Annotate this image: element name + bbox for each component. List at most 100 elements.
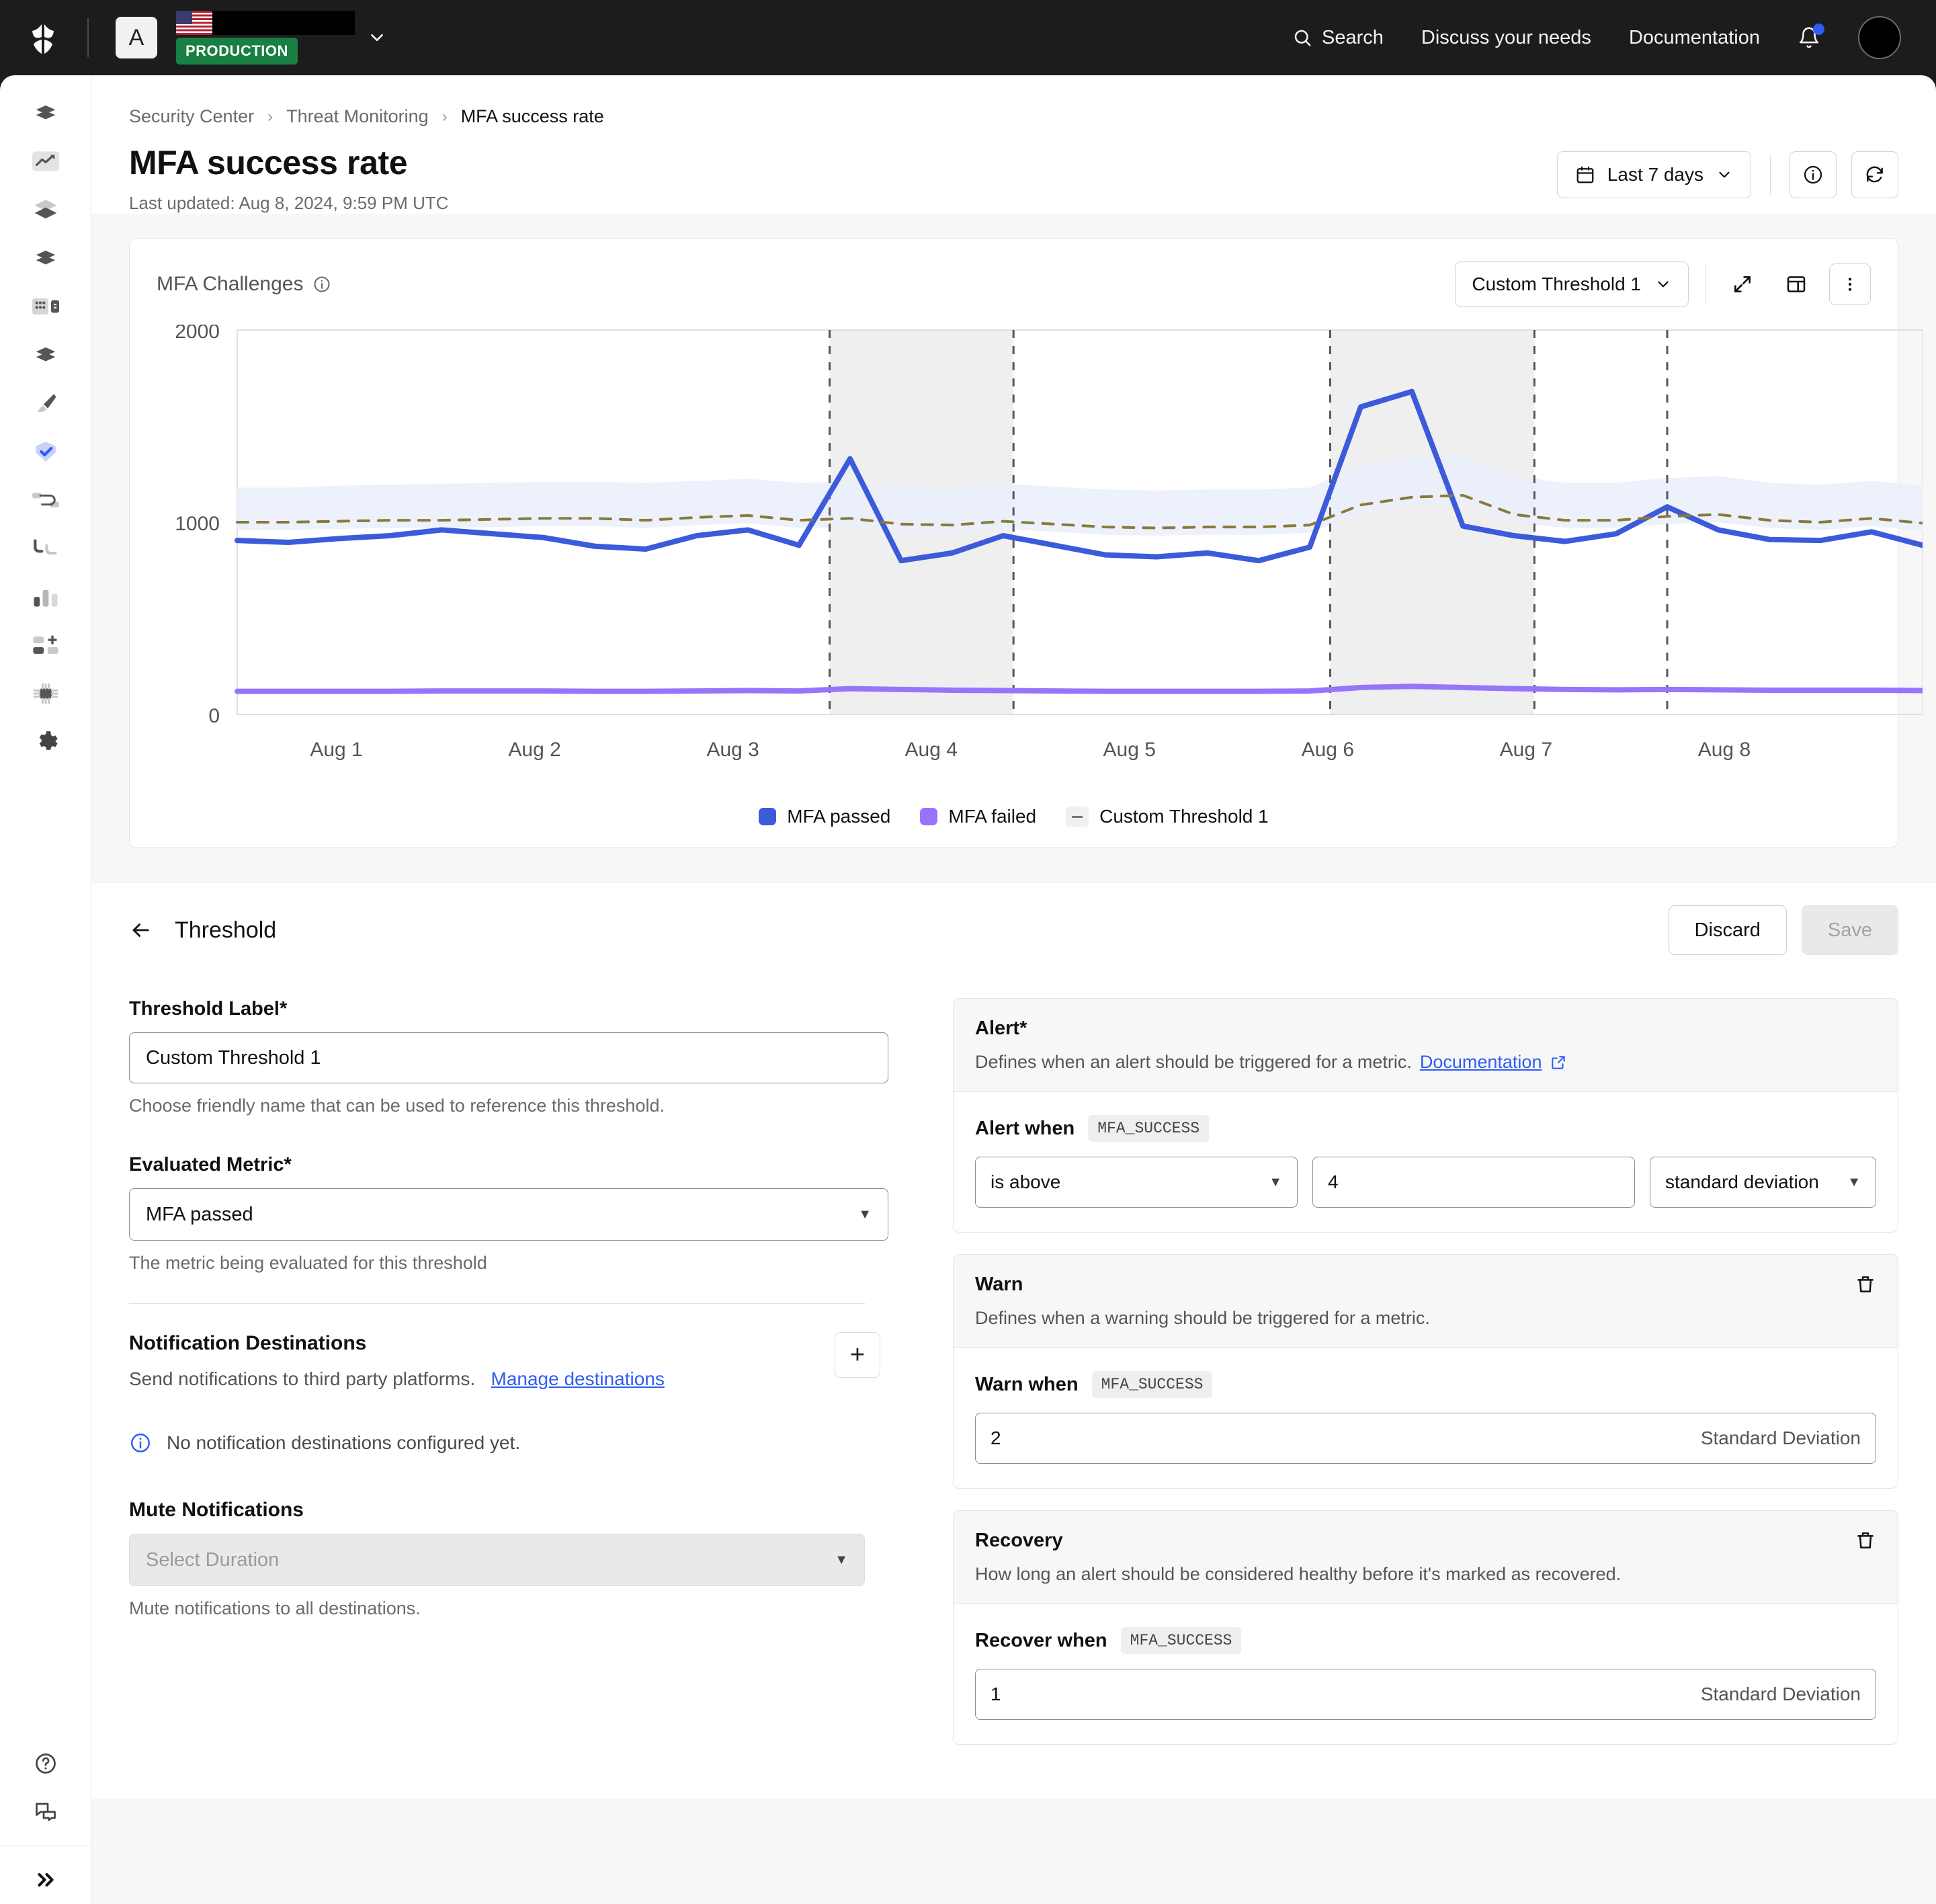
left-sidebar	[0, 75, 91, 1904]
us-flag-icon	[176, 11, 212, 35]
warn-panel: Warn Defines when a warning should be tr…	[953, 1254, 1898, 1489]
lightning-icon	[33, 342, 58, 368]
recovery-value-input[interactable]: 1 Standard Deviation	[975, 1669, 1876, 1720]
required-marker: *	[284, 1154, 292, 1175]
table-view-button[interactable]	[1775, 263, 1817, 305]
breadcrumb-item-security-center[interactable]: Security Center	[129, 106, 254, 127]
alert-value-input[interactable]: 4	[1312, 1157, 1635, 1208]
recovery-panel-body: Recover when MFA_SUCCESS 1 Standard Devi…	[954, 1604, 1898, 1744]
legend-item-custom-threshold-1[interactable]: Custom Threshold 1	[1066, 806, 1269, 827]
notifications-button[interactable]	[1798, 24, 1824, 49]
alert-metric-code: MFA_SUCCESS	[1088, 1115, 1210, 1142]
legend-item-mfa-failed[interactable]: MFA failed	[920, 806, 1036, 827]
alert-operator-select[interactable]: is above ▼	[975, 1157, 1298, 1208]
info-circle-icon[interactable]	[312, 275, 331, 294]
chart-more-button[interactable]	[1829, 263, 1871, 305]
warn-controls: 2 Standard Deviation	[975, 1413, 1876, 1464]
manage-destinations-link[interactable]: Manage destinations	[491, 1368, 665, 1389]
sidebar-item-branding[interactable]	[0, 379, 91, 427]
sidebar-item-infrastructure[interactable]	[0, 669, 91, 718]
warn-value-input[interactable]: 2 Standard Deviation	[975, 1413, 1876, 1464]
sidebar-item-flows[interactable]	[0, 524, 91, 573]
search-button[interactable]: Search	[1292, 27, 1384, 49]
expand-chart-button[interactable]	[1722, 263, 1763, 305]
account-initial-badge[interactable]: A	[116, 17, 157, 58]
add-destination-button[interactable]: +	[835, 1332, 880, 1378]
alert-documentation-link[interactable]: Documentation	[1420, 1052, 1542, 1073]
trash-icon	[1855, 1274, 1876, 1295]
threshold-panel-title: Threshold	[175, 917, 277, 943]
page-body: MFA Challenges Custom Threshold 1 0 1000…	[91, 214, 1936, 1904]
chart-svg[interactable]: 0 1000 2000 Aug 1 Aug 2 Aug 3 Aug 4 Aug 5 Aug 6 A…	[157, 325, 1923, 795]
lightning-icon	[33, 245, 58, 271]
page-header: Security Center › Threat Monitoring › MF…	[91, 75, 1936, 214]
alert-title: Alert*	[975, 1018, 1567, 1040]
expand-icon	[1732, 274, 1753, 295]
sidebar-item-actions[interactable]	[0, 234, 91, 282]
add-block-icon	[32, 635, 59, 655]
chevron-down-icon[interactable]	[367, 28, 387, 48]
sidebar-item-activity[interactable]	[0, 89, 91, 137]
account-initial-text: A	[128, 24, 144, 50]
threshold-label-input[interactable]: Custom Threshold 1	[129, 1032, 888, 1083]
external-link-icon[interactable]	[1550, 1054, 1567, 1071]
chart-header: MFA Challenges Custom Threshold 1	[157, 261, 1871, 307]
recovery-unit-suffix: Standard Deviation	[1700, 1684, 1861, 1704]
sidebar-item-layers[interactable]	[0, 185, 91, 234]
recovery-desc: How long an alert should be considered h…	[975, 1564, 1622, 1584]
warn-panel-body: Warn when MFA_SUCCESS 2 Standard Deviati…	[954, 1348, 1898, 1488]
sidebar-item-connections[interactable]	[0, 476, 91, 524]
sidebar-expand-button[interactable]	[0, 1856, 91, 1904]
sidebar-item-metrics[interactable]	[0, 573, 91, 621]
svg-text:Aug 3: Aug 3	[706, 739, 759, 761]
date-range-label: Last 7 days	[1607, 164, 1703, 185]
svg-text:Aug 7: Aug 7	[1500, 739, 1552, 761]
chart-card: MFA Challenges Custom Threshold 1 0 1000…	[129, 238, 1923, 848]
svg-text:Aug 8: Aug 8	[1698, 739, 1751, 761]
mute-duration-select[interactable]: Select Duration ▼	[129, 1534, 865, 1586]
sidebar-item-modules[interactable]	[0, 282, 91, 331]
search-icon	[1292, 28, 1312, 48]
evaluated-metric-select[interactable]: MFA passed ▼	[129, 1188, 888, 1241]
threshold-toolbar-buttons: Discard Save	[1668, 905, 1898, 955]
sidebar-item-triggers[interactable]	[0, 331, 91, 379]
avatar[interactable]	[1858, 16, 1901, 59]
alert-desc-text: Defines when an alert should be triggere…	[975, 1052, 1412, 1072]
refresh-button[interactable]	[1851, 151, 1898, 198]
warn-when-row: Warn when MFA_SUCCESS	[975, 1371, 1876, 1398]
breadcrumb-item-threat-monitoring[interactable]: Threat Monitoring	[286, 106, 429, 127]
alert-operator-value: is above	[991, 1171, 1061, 1192]
sidebar-item-feedback[interactable]	[0, 1788, 91, 1836]
threshold-label-hint: Choose friendly name that can be used to…	[129, 1095, 665, 1116]
documentation-link[interactable]: Documentation	[1629, 27, 1760, 49]
sidebar-item-analytics[interactable]	[0, 137, 91, 185]
arrow-left-icon[interactable]	[129, 919, 152, 942]
save-button[interactable]: Save	[1801, 905, 1898, 955]
recovery-title: Recovery	[975, 1530, 1063, 1551]
alert-value: 4	[1328, 1171, 1339, 1192]
svg-text:2000: 2000	[175, 325, 220, 343]
date-range-button[interactable]: Last 7 days	[1556, 151, 1751, 198]
warn-unit-suffix: Standard Deviation	[1700, 1427, 1861, 1448]
modules-icon	[32, 296, 59, 317]
threshold-select-button[interactable]: Custom Threshold 1	[1455, 261, 1689, 307]
discuss-your-needs-link[interactable]: Discuss your needs	[1421, 27, 1591, 49]
delete-recovery-button[interactable]	[1855, 1530, 1876, 1551]
form-right-column: Alert* Defines when an alert should be t…	[953, 998, 1898, 1745]
threshold-toolbar-left: Threshold	[129, 917, 276, 944]
delete-warn-button[interactable]	[1855, 1274, 1876, 1295]
org-switcher[interactable]: PRODUCTION	[176, 11, 355, 65]
shield-logo-icon[interactable]	[26, 19, 60, 56]
warn-title: Warn	[975, 1274, 1023, 1295]
legend-item-mfa-passed[interactable]: MFA passed	[759, 806, 890, 827]
threshold-label-label: Threshold Label*	[129, 998, 922, 1020]
sidebar-item-extensions[interactable]	[0, 621, 91, 669]
alert-unit-select[interactable]: standard deviation ▼	[1650, 1157, 1876, 1208]
sidebar-item-settings[interactable]	[0, 718, 91, 766]
sidebar-item-security[interactable]	[0, 427, 91, 476]
sidebar-item-help[interactable]	[0, 1739, 91, 1788]
discard-button[interactable]: Discard	[1668, 905, 1787, 955]
refresh-icon	[1864, 164, 1886, 185]
page-info-button[interactable]	[1790, 151, 1837, 198]
app-shell: Security Center › Threat Monitoring › MF…	[0, 75, 1936, 1904]
